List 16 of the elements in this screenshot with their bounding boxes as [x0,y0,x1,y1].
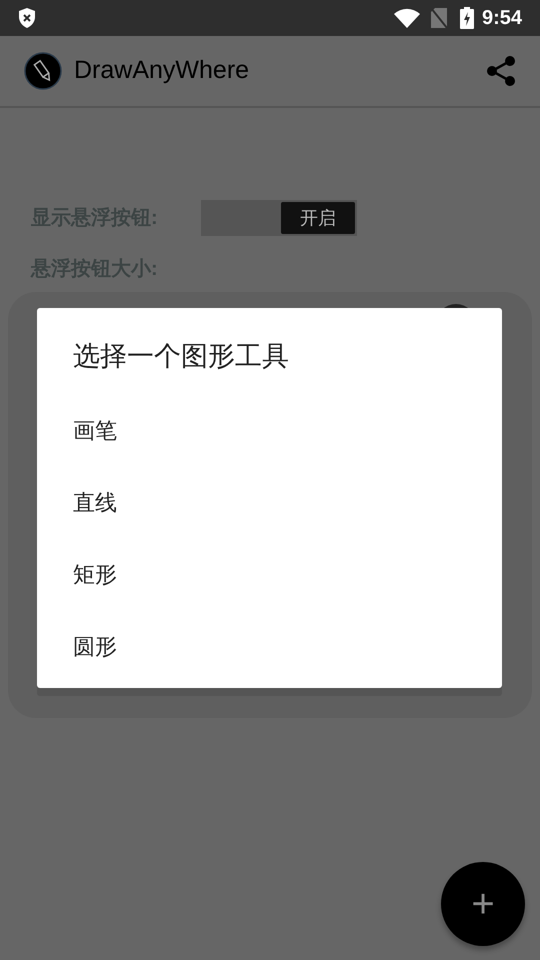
wifi-icon [394,8,420,28]
app-title: DrawAnyWhere [74,55,250,86]
toggle-switch[interactable]: 开启 [201,200,357,236]
add-fab[interactable]: + [441,862,525,946]
dialog-option[interactable]: 矩形 [73,538,117,610]
share-icon[interactable] [486,55,516,87]
battery-charging-icon [460,7,474,29]
dialog-option[interactable]: 画笔 [73,394,117,466]
dialog-option[interactable]: 圆形 [73,610,117,682]
shield-icon [18,7,36,29]
dialog-title: 选择一个图形工具 [73,340,290,373]
no-sim-icon [430,7,448,29]
toggle-thumb: 开启 [281,202,355,234]
dialog-option[interactable]: 直线 [73,466,117,538]
clock-time: 9:54 [482,6,522,31]
pencil-logo-icon [24,52,62,90]
